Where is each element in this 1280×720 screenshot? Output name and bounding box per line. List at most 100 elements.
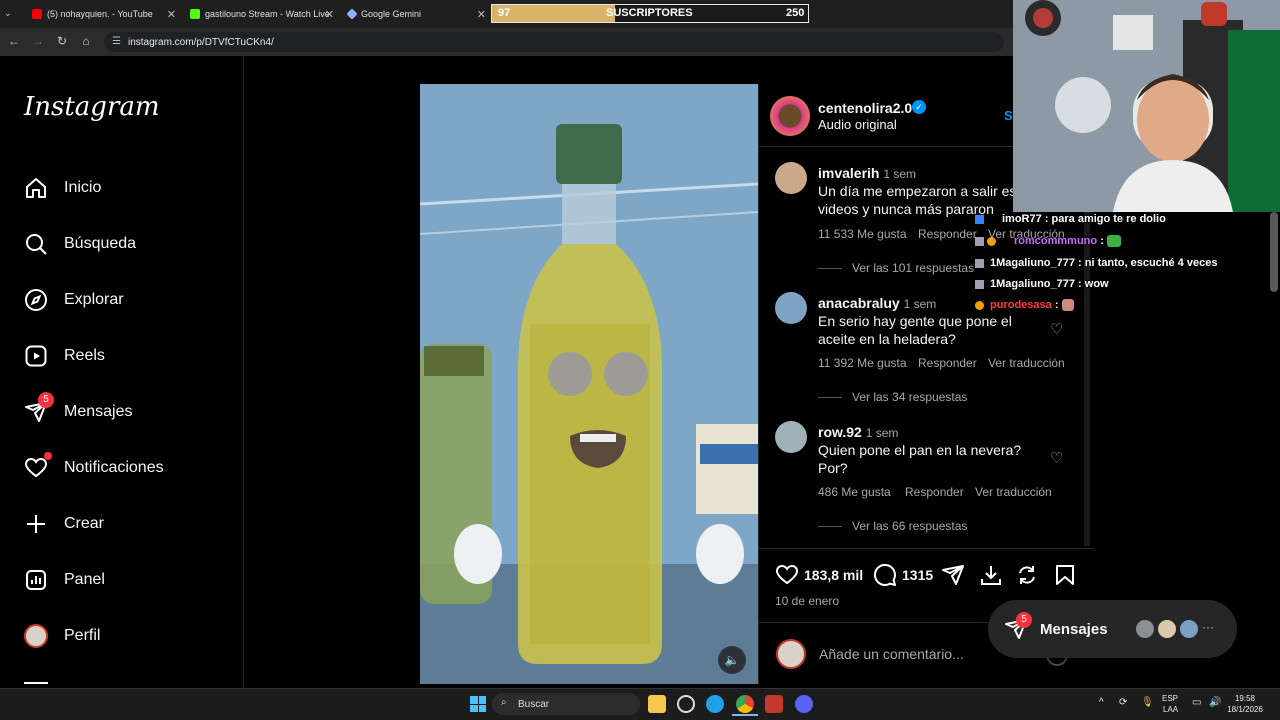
add-comment-input[interactable]: Añade un comentario... [819,646,964,662]
chat-badge-icon [987,237,996,246]
sync-icon[interactable]: ⟳ [1119,697,1127,708]
clock-time[interactable]: 19:58 [1228,694,1262,703]
network-icon[interactable]: ▭ [1192,697,1201,708]
view-replies-button[interactable]: Ver las 34 respuestas [818,390,967,404]
repost-icon[interactable] [1015,563,1039,587]
chat-user: purodesasa [990,299,1052,311]
comment-avatar[interactable] [775,162,807,194]
sidebar-item-notificaciones[interactable]: Notificaciones [24,448,234,488]
comment-header: imvalerih 1 sem [818,164,916,183]
tab-kick[interactable]: gastilouno Stream - Watch Live ✕ [184,4,340,24]
like-count[interactable]: 183,8 mil [804,567,863,583]
view-replies-button[interactable]: Ver las 101 respuestas [818,261,974,275]
view-replies-button[interactable]: Ver las 66 respuestas [818,519,967,533]
messages-pill[interactable]: 5 Mensajes ··· [988,600,1237,658]
tab-gemini[interactable]: Google Gemini ✕ [342,4,492,24]
heart-icon [24,457,48,478]
webcam-frame [1013,0,1280,212]
reply-button[interactable]: Responder [918,356,977,370]
save-icon[interactable] [1053,563,1077,587]
sidebar-item-label: Perfil [64,627,101,644]
volume-icon[interactable]: 🔊 [1209,697,1221,708]
tab-list-icon[interactable]: ⌄ [4,8,12,19]
sidebar-item-mensajes[interactable]: 5 Mensajes [24,392,234,432]
comment-user[interactable]: imvalerih [818,165,879,181]
like-icon[interactable] [775,563,799,587]
download-icon[interactable] [979,563,1003,587]
language-indicator[interactable]: ESP [1162,694,1178,703]
comment-user[interactable]: row.92 [818,424,862,440]
comment-likes[interactable]: 11 533 Me gusta [818,227,907,241]
chat-emote [1061,299,1074,312]
tab-youtube[interactable]: (5) nohayquien. - YouTube ✕ [26,4,182,24]
sidebar-item-busqueda[interactable]: Búsqueda [24,224,234,264]
comment-text: Quien pone el pan en la nevera? [818,442,1022,458]
subscriber-current: 97 [498,7,511,19]
chat-user: imoR77 [1002,213,1042,225]
forward-icon[interactable]: → [30,34,46,48]
windows-taskbar [0,688,1280,720]
chrome-icon[interactable] [736,695,754,713]
app-icon[interactable] [677,695,695,713]
compass-icon [25,289,47,311]
tray-overflow-icon[interactable]: ^ [1099,697,1104,708]
tab-label: (5) nohayquien. - YouTube [47,9,153,19]
follow-button[interactable]: S [1004,108,1013,123]
share-icon[interactable] [941,563,965,587]
comment-avatar[interactable] [775,292,807,324]
comment-likes[interactable]: 486 Me gusta [818,485,891,499]
author-avatar[interactable] [770,96,810,136]
edge-icon[interactable] [706,695,724,713]
reply-button[interactable]: Responder [918,227,977,241]
translate-button[interactable]: Ver traducción [988,356,1065,370]
instagram-logo[interactable]: Instagram [24,92,160,122]
taskbar-search[interactable]: ⌕ Buscar [492,693,640,715]
mute-icon[interactable]: 🔈 [718,646,746,674]
post-video[interactable]: 🔈 [420,84,758,684]
close-tab-icon[interactable]: ✕ [477,8,486,21]
sidebar-item-label: Búsqueda [64,235,137,252]
sidebar-item-panel[interactable]: Panel [24,560,234,600]
sidebar-item-explorar[interactable]: Explorar [24,280,234,320]
close-tab-icon[interactable]: ✕ [325,8,334,21]
taskbar-search-label: Buscar [518,698,550,710]
verified-icon: ✓ [912,100,926,114]
close-tab-icon[interactable]: ✕ [167,8,176,21]
sidebar-item-crear[interactable]: Crear [24,504,234,544]
file-explorer-icon[interactable] [648,695,666,713]
sidebar-item-reels[interactable]: Reels [24,336,234,376]
like-comment-icon[interactable]: ♡ [1050,320,1063,338]
reply-button[interactable]: Responder [905,485,964,499]
post-author[interactable]: centenolira2.0 [818,99,912,117]
sidebar-item-label: Explorar [64,291,124,308]
like-comment-icon[interactable]: ♡ [1050,449,1063,467]
home-browser-icon[interactable]: ⌂ [78,34,94,48]
comment-likes[interactable]: 11 392 Me gusta [818,356,907,370]
more-icon[interactable]: ··· [1202,620,1214,634]
chat-message: 1Magaliuno_777 : wow [974,278,1109,290]
url-field[interactable]: ☰ instagram.com/p/DTVfCTuCKn4/ [104,32,1004,52]
more-menu-icon[interactable] [24,682,48,684]
sidebar-item-inicio[interactable]: Inicio [24,168,234,208]
back-icon[interactable]: ← [6,34,22,48]
kick-icon [190,9,200,19]
sidebar-item-perfil[interactable]: Perfil [24,616,234,656]
site-info-icon[interactable]: ☰ [112,36,121,47]
comment-avatar[interactable] [775,421,807,453]
chat-emote [1106,235,1121,248]
audio-label[interactable]: Audio original [818,117,897,132]
translate-button[interactable]: Ver traducción [975,485,1052,499]
microphone-icon[interactable]: 🎙 [1141,697,1154,708]
comment-time: 1 sem [865,426,899,440]
voicemeeter-icon[interactable] [765,695,783,713]
comment-user[interactable]: anacabraluy [818,295,900,311]
clock-date[interactable]: 18/1/2026 [1224,705,1266,714]
reload-icon[interactable]: ↻ [54,34,70,48]
post-date[interactable]: 10 de enero [775,594,839,608]
comment-icon[interactable] [873,563,897,587]
comment-time: 1 sem [903,297,937,311]
discord-icon[interactable] [795,695,813,713]
windows-start-icon[interactable] [470,696,486,712]
page-scrollbar[interactable] [1270,212,1278,292]
comment-text: Un día me empezaron a salir est [818,183,1021,199]
